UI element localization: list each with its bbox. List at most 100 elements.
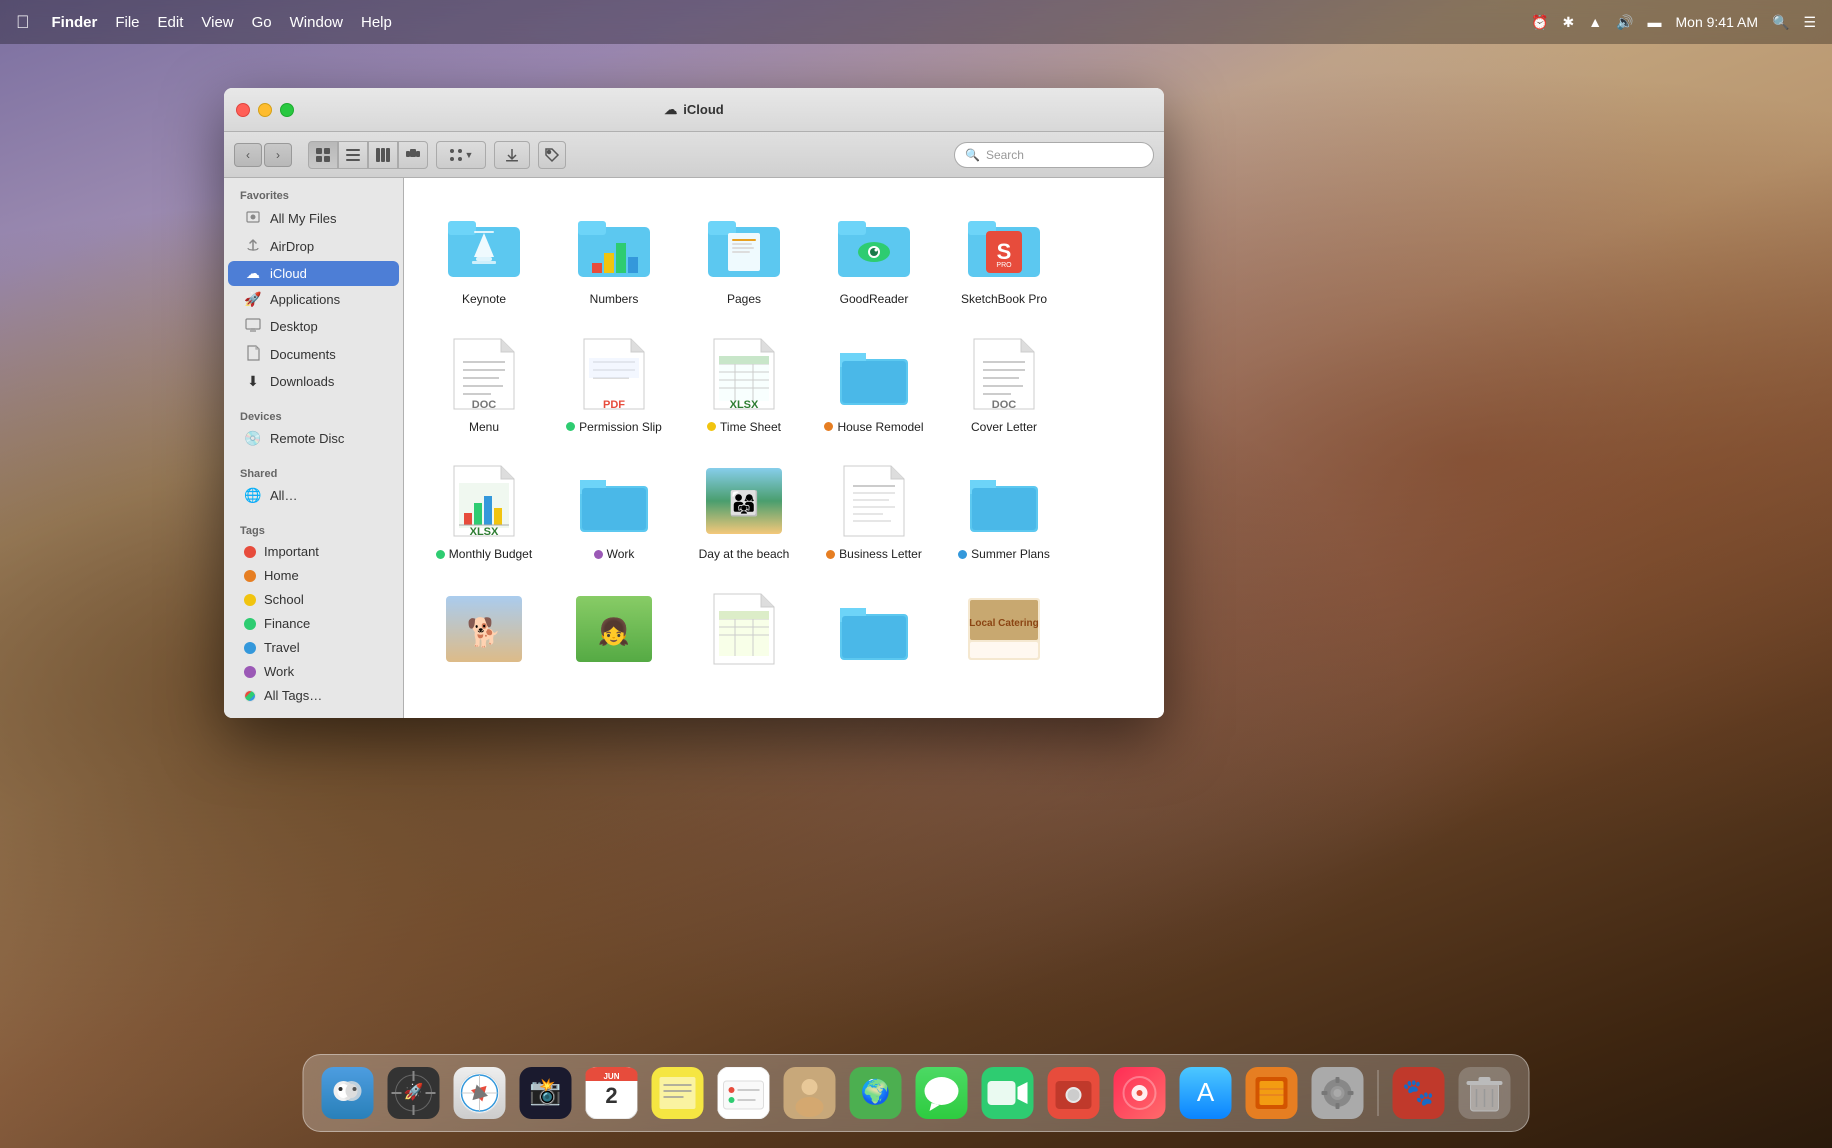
sidebar-item-airdrop[interactable]: AirDrop	[228, 233, 399, 260]
menubar:  Finder File Edit View Go Window Help ⏰…	[0, 0, 1832, 44]
menubar-edit[interactable]: Edit	[158, 14, 184, 31]
sidebar-item-shared-all[interactable]: 🌐 All…	[228, 483, 399, 508]
svg-text:🌍: 🌍	[861, 1078, 891, 1106]
wifi-icon[interactable]: ▲	[1588, 14, 1602, 30]
action-button[interactable]	[494, 141, 530, 169]
menubar-go[interactable]: Go	[252, 14, 272, 31]
dock-photo-booth[interactable]	[1044, 1063, 1104, 1123]
dock-maps[interactable]: 🌍	[846, 1063, 906, 1123]
menubar-help[interactable]: Help	[361, 14, 392, 31]
spotlight-icon[interactable]: 🔍	[1772, 14, 1789, 31]
traffic-lights	[236, 103, 294, 117]
file-beach[interactable]: Day at the beach	[684, 453, 804, 571]
dock-reminders[interactable]	[714, 1063, 774, 1123]
sidebar-item-icloud[interactable]: ☁ iCloud	[228, 261, 399, 286]
sidebar-item-all-tags[interactable]: All Tags…	[228, 684, 399, 707]
file-pages[interactable]: Pages	[684, 198, 804, 316]
numbers-icon	[574, 206, 654, 286]
menubar-finder[interactable]: Finder	[52, 14, 98, 31]
svg-text:🐾: 🐾	[1402, 1077, 1434, 1107]
dock-music[interactable]	[1110, 1063, 1170, 1123]
apple-menu[interactable]: 	[16, 12, 30, 33]
dock-safari[interactable]	[450, 1063, 510, 1123]
dock-notes[interactable]	[648, 1063, 708, 1123]
file-girl-photo[interactable]	[554, 581, 674, 683]
notification-icon[interactable]: ☰	[1803, 14, 1816, 31]
house-remodel-icon	[834, 334, 914, 414]
dock-separator	[1378, 1070, 1379, 1116]
menubar-file[interactable]: File	[115, 14, 139, 31]
sidebar-item-desktop[interactable]: Desktop	[228, 313, 399, 340]
file-monthly-budget[interactable]: XLSX Monthly Budget	[424, 453, 544, 571]
file-catering[interactable]: Local Catering	[944, 581, 1064, 683]
sidebar-item-all-my-files[interactable]: All My Files	[228, 205, 399, 232]
maximize-button[interactable]	[280, 103, 294, 117]
volume-icon[interactable]: 🔊	[1616, 14, 1633, 31]
monthly-budget-icon: XLSX	[444, 461, 524, 541]
file-sketchbook[interactable]: S PRO SketchBook Pro	[944, 198, 1064, 316]
file-permission-slip[interactable]: PDF Permission Slip	[554, 326, 674, 444]
sidebar-item-important[interactable]: Important	[228, 540, 399, 563]
dock-photos-editor[interactable]: 📸	[516, 1063, 576, 1123]
arrange-button[interactable]: ▼	[436, 141, 486, 169]
search-box[interactable]: 🔍 Search	[954, 142, 1154, 168]
file-summer-plans[interactable]: Summer Plans	[944, 453, 1064, 571]
devices-section: Devices 💿 Remote Disc	[224, 399, 403, 456]
minimize-button[interactable]	[258, 103, 272, 117]
sidebar: Favorites All My Files	[224, 178, 404, 718]
sidebar-item-travel[interactable]: Travel	[228, 636, 399, 659]
dock-trash[interactable]	[1455, 1063, 1515, 1123]
file-goodreader[interactable]: GoodReader	[814, 198, 934, 316]
dock-system-prefs[interactable]	[1308, 1063, 1368, 1123]
sidebar-item-remote-disc[interactable]: 💿 Remote Disc	[228, 426, 399, 451]
file-keynote[interactable]: Keynote	[424, 198, 544, 316]
file-time-sheet[interactable]: XLSX Time Sheet	[684, 326, 804, 444]
time-machine-icon[interactable]: ⏰	[1531, 14, 1548, 31]
list-view-button[interactable]	[338, 141, 368, 169]
dock-ibooks[interactable]	[1242, 1063, 1302, 1123]
sketchbook-icon: S PRO	[964, 206, 1044, 286]
file-work-folder[interactable]: Work	[554, 453, 674, 571]
dock-facetime[interactable]	[978, 1063, 1038, 1123]
cover-letter-icon: DOC	[964, 334, 1044, 414]
numbers-label: Numbers	[590, 292, 639, 308]
search-placeholder: Search	[986, 148, 1024, 162]
close-button[interactable]	[236, 103, 250, 117]
dock-calendar[interactable]: JUN 2	[582, 1063, 642, 1123]
dock-messages[interactable]	[912, 1063, 972, 1123]
tag-button[interactable]	[538, 141, 566, 169]
sidebar-item-downloads[interactable]: ⬇ Downloads	[228, 369, 399, 394]
home-label: Home	[264, 568, 299, 583]
menubar-view[interactable]: View	[201, 14, 233, 31]
icon-view-button[interactable]	[308, 141, 338, 169]
dock-finder[interactable]	[318, 1063, 378, 1123]
shared-label: Shared	[224, 464, 403, 482]
forward-button[interactable]: ›	[264, 143, 292, 167]
column-view-button[interactable]	[368, 141, 398, 169]
dock-klokki[interactable]: 🐾	[1389, 1063, 1449, 1123]
bluetooth-icon[interactable]: ✱	[1562, 14, 1574, 31]
file-house-remodel[interactable]: House Remodel	[814, 326, 934, 444]
file-numbers[interactable]: Numbers	[554, 198, 674, 316]
menubar-window[interactable]: Window	[290, 14, 343, 31]
sidebar-item-work[interactable]: Work	[228, 660, 399, 683]
sidebar-item-applications[interactable]: 🚀 Applications	[228, 287, 399, 312]
battery-icon[interactable]: ▬	[1648, 14, 1662, 30]
dock-appstore[interactable]: A	[1176, 1063, 1236, 1123]
dock-launchpad[interactable]: 🚀	[384, 1063, 444, 1123]
sidebar-item-school[interactable]: School	[228, 588, 399, 611]
dock-contacts[interactable]	[780, 1063, 840, 1123]
coverflow-view-button[interactable]	[398, 141, 428, 169]
file-menu[interactable]: DOC Menu	[424, 326, 544, 444]
devices-label: Devices	[224, 407, 403, 425]
sidebar-item-documents[interactable]: Documents	[228, 341, 399, 368]
file-blue-folder[interactable]	[814, 581, 934, 683]
file-dog-photo[interactable]	[424, 581, 544, 683]
file-cover-letter[interactable]: DOC Cover Letter	[944, 326, 1064, 444]
sidebar-item-home[interactable]: Home	[228, 564, 399, 587]
file-spreadsheet3[interactable]	[684, 581, 804, 683]
file-business-letter[interactable]: Business Letter	[814, 453, 934, 571]
svg-text:A: A	[1197, 1077, 1215, 1107]
back-button[interactable]: ‹	[234, 143, 262, 167]
sidebar-item-finance[interactable]: Finance	[228, 612, 399, 635]
